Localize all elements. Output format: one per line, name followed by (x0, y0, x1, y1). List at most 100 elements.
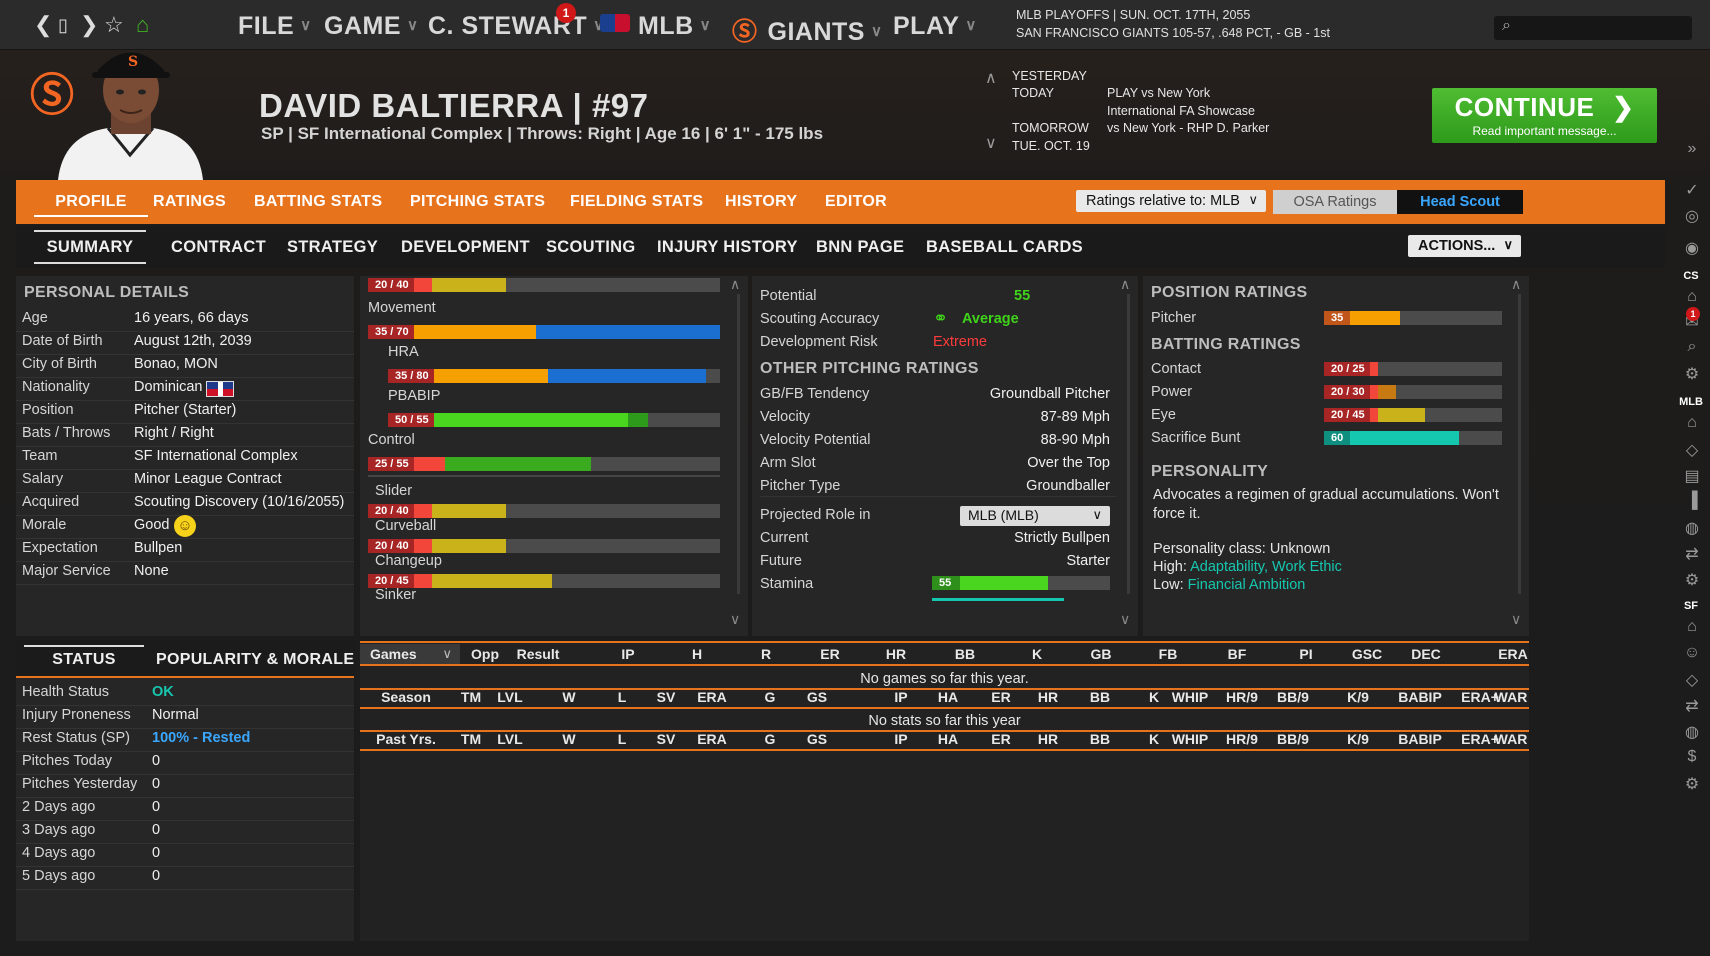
home-icon[interactable]: ⌂ (136, 12, 149, 38)
search-input[interactable]: ⌕ (1494, 16, 1692, 40)
projected-role-select[interactable]: MLB (MLB) ∨ (960, 506, 1110, 526)
table-header[interactable]: WHIP (1172, 689, 1209, 705)
table-header[interactable]: Result (517, 646, 560, 662)
table-header[interactable]: L (618, 731, 627, 747)
table-header[interactable]: G (765, 689, 776, 705)
home-icon[interactable]: ⌂ (1680, 414, 1704, 432)
gear-icon[interactable]: ⚙ (1680, 570, 1704, 590)
table-header[interactable]: HA (938, 689, 958, 705)
gear-icon[interactable]: ⚙ (1680, 364, 1704, 384)
chevron-up-icon[interactable]: ∧ (985, 68, 997, 88)
table-header[interactable]: ER (991, 731, 1010, 747)
table-header[interactable]: ER (820, 646, 839, 662)
home-icon[interactable]: ⌂ (1680, 618, 1704, 636)
table-header[interactable]: DEC (1411, 646, 1441, 662)
table-header[interactable]: HR/9 (1226, 689, 1258, 705)
window-icon[interactable]: ▯ (58, 12, 68, 38)
chevron-down-icon[interactable]: ∨ (985, 133, 997, 153)
table-header[interactable]: ERA (697, 689, 727, 705)
tab-injury-history[interactable]: INJURY HISTORY (657, 238, 798, 257)
table-header[interactable]: W (562, 689, 575, 705)
tab-profile[interactable]: PROFILE (34, 193, 148, 211)
menu-manager[interactable]: C. STEWART ∨ (428, 12, 605, 41)
double-chevron-right-icon[interactable]: » (1680, 140, 1704, 158)
continue-button[interactable]: CONTINUE ❯ Read important message... (1432, 88, 1657, 143)
table-header[interactable]: ERA+ (1461, 731, 1499, 747)
scrollbar[interactable] (737, 294, 740, 594)
table-header[interactable]: K (1032, 646, 1042, 662)
chevron-down-icon[interactable]: ∨ (1120, 611, 1130, 628)
table-header[interactable]: BB/9 (1277, 689, 1309, 705)
table-header[interactable]: LVL (497, 689, 522, 705)
menu-file[interactable]: FILE ∨ (238, 12, 312, 41)
tab-contract[interactable]: CONTRACT (171, 238, 266, 257)
table-header[interactable]: BF (1228, 646, 1247, 662)
pin-icon[interactable]: ◉ (1680, 238, 1704, 258)
chevron-down-icon[interactable]: ∨ (1511, 611, 1521, 628)
table-header[interactable]: Opp (471, 646, 499, 662)
chevron-up-icon[interactable]: ∧ (1120, 276, 1130, 293)
table-header[interactable]: WAR (1495, 731, 1528, 747)
sidebar-sf[interactable]: SF (1672, 600, 1710, 612)
table-header[interactable]: HR (1038, 731, 1058, 747)
table-header[interactable]: TM (461, 689, 481, 705)
sidebar-cs[interactable]: CS (1672, 270, 1710, 282)
table-header[interactable]: WHIP (1172, 731, 1209, 747)
baseball-icon[interactable]: ◍ (1680, 722, 1704, 742)
menu-game[interactable]: GAME ∨ (324, 12, 418, 41)
table-header[interactable]: LVL (497, 731, 522, 747)
table-header[interactable]: IP (894, 731, 907, 747)
star-icon[interactable]: ☆ (104, 12, 124, 38)
tab-scouting[interactable]: SCOUTING (546, 238, 635, 257)
table-header[interactable]: GB (1091, 646, 1112, 662)
table-header[interactable]: IP (621, 646, 634, 662)
chevron-up-icon[interactable]: ∧ (730, 276, 740, 293)
table-header[interactable]: TM (461, 731, 481, 747)
tab-baseball-cards[interactable]: BASEBALL CARDS (926, 238, 1083, 257)
table-header[interactable]: Season (381, 689, 431, 705)
tab-batting-stats[interactable]: BATTING STATS (254, 193, 382, 211)
ratings-relative-select[interactable]: Ratings relative to: MLB ∨ (1076, 190, 1266, 212)
table-header[interactable]: W (562, 731, 575, 747)
tab-pitching-stats[interactable]: PITCHING STATS (410, 193, 545, 211)
table-header[interactable]: BABIP (1398, 689, 1442, 705)
head-scout-toggle[interactable]: Head Scout (1397, 190, 1523, 214)
home-icon[interactable]: ⌂ (1680, 288, 1704, 306)
table-header[interactable]: IP (894, 689, 907, 705)
sidebar-mlb[interactable]: MLB (1672, 396, 1710, 408)
table-header[interactable]: GSC (1352, 646, 1382, 662)
table-header[interactable]: PI (1299, 646, 1312, 662)
scrollbar[interactable] (1518, 294, 1521, 594)
menu-play[interactable]: PLAY ∨ (893, 12, 977, 41)
tab-strategy[interactable]: STRATEGY (287, 238, 378, 257)
table-header[interactable]: HR (886, 646, 906, 662)
gear-icon[interactable]: ⚙ (1680, 774, 1704, 794)
table-header[interactable]: ERA+ (1461, 689, 1499, 705)
search-icon[interactable]: ⌕ (1680, 338, 1704, 356)
sched-tomorrow-event[interactable]: vs New York - RHP D. Parker (1107, 121, 1269, 135)
table-header[interactable]: BB (1090, 689, 1110, 705)
forward-icon[interactable]: ❯ (80, 12, 98, 38)
table-header[interactable]: SV (657, 731, 676, 747)
table-header[interactable]: K/9 (1347, 731, 1369, 747)
back-icon[interactable]: ❮ (34, 12, 52, 38)
table-header[interactable]: SV (657, 689, 676, 705)
table-header[interactable]: HR/9 (1226, 731, 1258, 747)
table-header[interactable]: GS (807, 731, 827, 747)
chart-icon[interactable]: ▐ (1680, 492, 1704, 510)
globe-icon[interactable]: ◎ (1680, 206, 1704, 226)
tab-history[interactable]: HISTORY (725, 193, 797, 211)
diamond-icon[interactable]: ◇ (1680, 440, 1704, 460)
games-select[interactable]: Games ∨ (360, 644, 460, 664)
chevron-up-icon[interactable]: ∧ (1511, 276, 1521, 293)
table-header[interactable]: GS (807, 689, 827, 705)
table-header[interactable]: K (1149, 731, 1159, 747)
tab-popularity-morale[interactable]: POPULARITY & MORALE (156, 651, 354, 669)
table-header[interactable]: K (1149, 689, 1159, 705)
table-header[interactable]: R (761, 646, 771, 662)
baseball-icon[interactable]: ◍ (1680, 518, 1704, 538)
table-header[interactable]: BB (1090, 731, 1110, 747)
table-header[interactable]: ERA (697, 731, 727, 747)
actions-dropdown[interactable]: ACTIONS... ∨ (1408, 235, 1521, 257)
table-header[interactable]: HA (938, 731, 958, 747)
